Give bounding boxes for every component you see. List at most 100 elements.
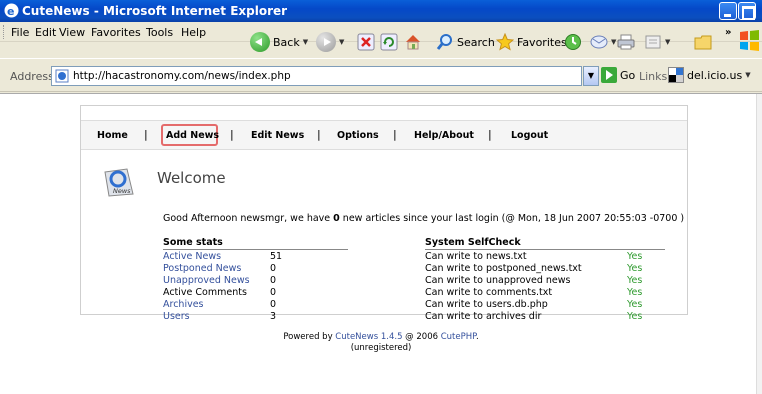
check-status: Yes <box>627 263 643 274</box>
vertical-scrollbar[interactable] <box>756 94 762 394</box>
stat-label-users[interactable]: Users <box>163 311 190 322</box>
stats-divider <box>163 249 348 250</box>
delicious-label: del.icio.us <box>687 68 743 82</box>
nav-separator: | <box>488 128 492 141</box>
check-status: Yes <box>627 251 643 262</box>
stop-button[interactable] <box>357 31 375 53</box>
footer-unregistered: (unregistered) <box>350 343 412 353</box>
check-label: Can write to archives dir <box>425 311 542 322</box>
forward-arrow-icon <box>316 32 336 52</box>
stat-label-active-comments: Active Comments <box>163 287 247 298</box>
links-label[interactable]: Links <box>639 70 667 83</box>
search-icon <box>436 34 452 50</box>
address-input[interactable]: http://hacastronomy.com/news/index.php <box>51 66 582 86</box>
stat-value-users: 3 <box>270 311 277 322</box>
go-button[interactable]: Go <box>601 67 635 83</box>
stat-label-postponed-news[interactable]: Postponed News <box>163 263 241 274</box>
back-dropdown-icon[interactable]: ▼ <box>303 38 308 46</box>
delicious-dropdown-icon[interactable]: ▼ <box>745 71 750 79</box>
nav-edit-news[interactable]: Edit News <box>251 130 304 141</box>
check-label: Can write to users.db.php <box>425 299 548 310</box>
new-articles-count: 0 <box>333 213 340 224</box>
selfcheck-title: System SelfCheck <box>425 237 521 248</box>
back-arrow-icon <box>250 32 270 52</box>
history-icon <box>565 34 581 50</box>
address-label: Address <box>10 70 54 83</box>
refresh-icon <box>380 33 398 51</box>
ie-logo-icon: e <box>4 3 19 18</box>
check-label: Can write to comments.txt <box>425 287 553 298</box>
stat-label-unapproved-news[interactable]: Unapproved News <box>163 275 250 286</box>
nav-help-about[interactable]: Help/About <box>414 130 474 141</box>
edit-dropdown-icon[interactable]: ▼ <box>665 38 670 46</box>
nav-separator: | <box>317 128 321 141</box>
greeting-text: Good Afternoon newsmgr, we have 0 new ar… <box>163 213 684 224</box>
windows-logo-icon <box>740 30 759 51</box>
footer-copyright: @ 2006 <box>402 332 441 342</box>
forward-button[interactable]: ▼ <box>316 31 344 53</box>
delicious-icon <box>668 67 684 83</box>
edit-page-button[interactable]: ▼ <box>644 31 670 53</box>
nav-separator: | <box>393 128 397 141</box>
stat-value-archives: 0 <box>270 299 277 310</box>
window-title: CuteNews - Microsoft Internet Explorer <box>22 4 288 18</box>
nav-logout[interactable]: Logout <box>511 130 548 141</box>
nav-options[interactable]: Options <box>337 130 379 141</box>
title-bar: e CuteNews - Microsoft Internet Explorer <box>0 0 762 22</box>
history-button[interactable] <box>564 31 582 53</box>
mail-dropdown-icon[interactable]: ▼ <box>611 38 616 46</box>
stat-label-active-news[interactable]: Active News <box>163 251 221 262</box>
check-status: Yes <box>627 287 643 298</box>
stats-title: Some stats <box>163 237 223 248</box>
footer-company-link[interactable]: CutePHP <box>441 332 476 342</box>
home-button[interactable] <box>404 31 422 53</box>
news-icon: News <box>104 168 134 197</box>
back-button[interactable]: Back ▼ <box>250 31 308 53</box>
svg-text:e: e <box>7 5 14 18</box>
check-status: Yes <box>627 311 643 322</box>
check-label: Can write to postponed_news.txt <box>425 263 582 274</box>
go-arrow-icon <box>601 67 617 83</box>
greeting-prefix: Good Afternoon newsmgr, we have <box>163 213 334 224</box>
toolbar-overflow-icon[interactable]: » <box>725 27 731 38</box>
delicious-bookmark[interactable]: del.icio.us ▼ <box>668 67 751 83</box>
folder-button[interactable] <box>694 31 712 53</box>
footer-powered-by: Powered by <box>283 332 336 342</box>
footer-product-link[interactable]: CuteNews 1.4.5 <box>335 332 402 342</box>
check-status: Yes <box>627 299 643 310</box>
stat-label-archives[interactable]: Archives <box>163 299 204 310</box>
refresh-button[interactable] <box>380 31 398 53</box>
nav-separator: | <box>144 128 148 141</box>
forward-dropdown-icon[interactable]: ▼ <box>339 38 344 46</box>
minimize-button[interactable] <box>719 2 737 20</box>
nav-home[interactable]: Home <box>97 130 128 141</box>
mail-button[interactable]: ▼ <box>590 31 616 53</box>
print-button[interactable] <box>617 31 635 53</box>
check-label: Can write to news.txt <box>425 251 527 262</box>
home-icon <box>406 35 420 50</box>
stat-value-active-comments: 0 <box>270 287 277 298</box>
search-label: Search <box>457 35 495 49</box>
folder-icon <box>694 35 712 50</box>
maximize-button[interactable] <box>738 2 756 20</box>
greeting-suffix: new articles since your last login (@ Mo… <box>339 213 685 224</box>
star-icon <box>496 33 514 51</box>
back-label: Back <box>273 35 300 49</box>
mail-icon <box>590 35 608 49</box>
stat-value-active-news: 51 <box>270 251 283 262</box>
cutenews-panel: Home | Add News | Edit News | Options | … <box>80 105 688 322</box>
nav-add-news[interactable]: Add News <box>166 130 219 141</box>
nav-separator: | <box>230 128 234 141</box>
address-bar: Address http://hacastronomy.com/news/ind… <box>0 58 762 92</box>
go-label: Go <box>620 68 636 82</box>
search-button[interactable]: Search <box>436 31 495 53</box>
footer-period: . <box>475 332 479 342</box>
favorites-label: Favorites <box>517 35 567 49</box>
check-label: Can write to unapproved news <box>425 275 571 286</box>
selfcheck-divider <box>425 249 665 250</box>
welcome-heading: Welcome <box>157 169 226 187</box>
favorites-button[interactable]: Favorites <box>496 31 567 53</box>
stat-value-unapproved-news: 0 <box>270 275 277 286</box>
address-dropdown-button[interactable]: ▼ <box>583 66 599 86</box>
toolbar: Back ▼ ▼ Search Favorites ▼ ▼ » <box>0 26 762 58</box>
